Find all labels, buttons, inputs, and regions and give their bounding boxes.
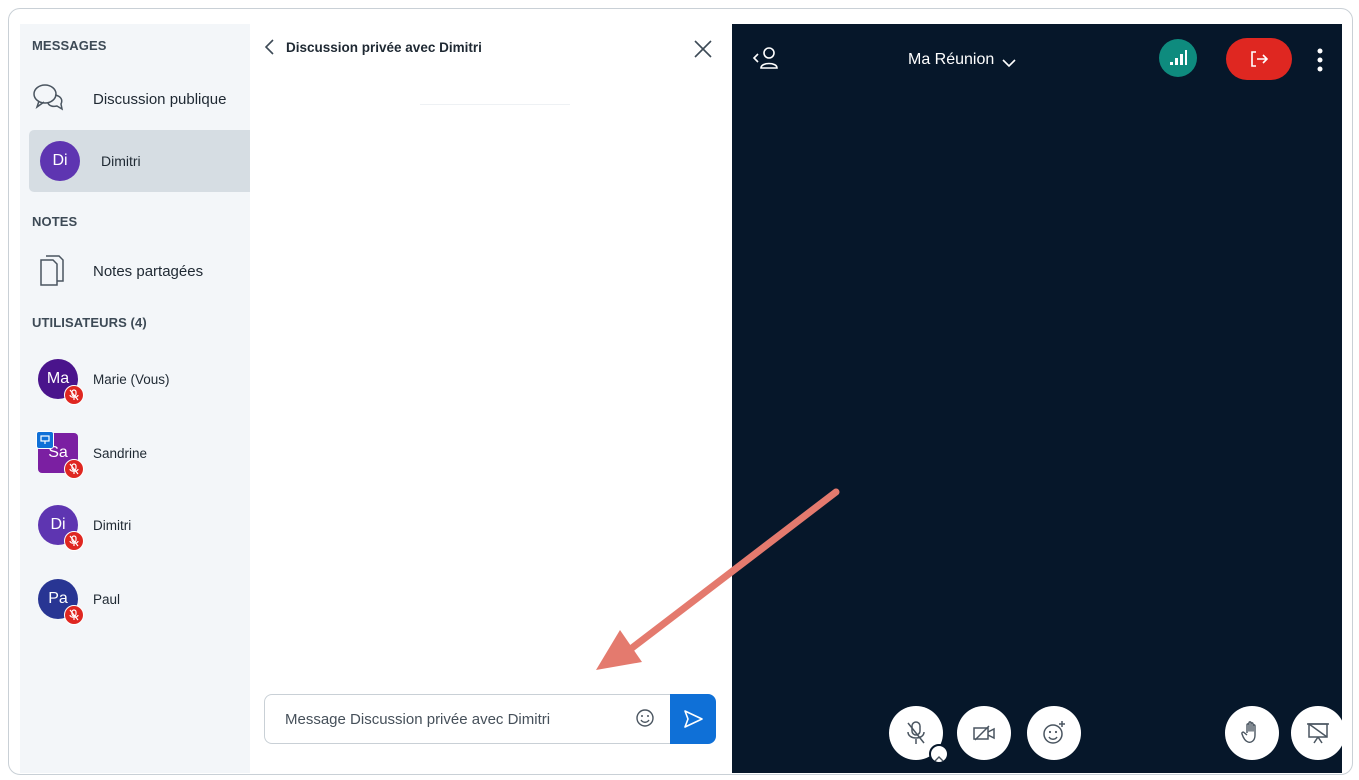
chevron-left-icon[interactable] xyxy=(264,38,276,56)
avatar-initials: Di xyxy=(50,516,66,533)
hand-icon xyxy=(1240,720,1264,746)
leave-meeting-button[interactable] xyxy=(1226,38,1292,80)
muted-mic-icon xyxy=(903,719,929,747)
emoji-icon[interactable] xyxy=(634,707,658,731)
muted-mic-icon xyxy=(64,459,84,479)
user-list-item[interactable]: Ma Marie (Vous) xyxy=(38,356,170,405)
toggle-users-list-icon[interactable] xyxy=(750,44,782,74)
chevron-up-icon xyxy=(934,750,944,762)
send-button[interactable] xyxy=(670,694,716,744)
avatar-initials: Pa xyxy=(48,590,68,607)
user-name: Paul xyxy=(93,591,121,607)
avatar-initials: Di xyxy=(52,152,68,169)
message-input-placeholder: Message Discussion privée avec Dimitri xyxy=(285,710,551,728)
chat-header[interactable]: Discussion privée avec Dimitri xyxy=(264,38,482,56)
meeting-area: Ma Réunion xyxy=(732,24,1345,773)
close-icon[interactable] xyxy=(690,36,716,62)
audio-options-button[interactable] xyxy=(929,744,949,764)
user-list-item[interactable]: Pa Paul xyxy=(38,576,121,625)
chat-panel: Discussion privée avec Dimitri Message D… xyxy=(250,24,732,773)
add-emoji-icon xyxy=(1040,719,1068,747)
user-list-item[interactable]: Sa Sandrine xyxy=(36,430,148,479)
messages-section-title: MESSAGES xyxy=(32,38,107,53)
muted-mic-icon xyxy=(64,531,84,551)
send-icon xyxy=(682,709,704,729)
user-name: Dimitri xyxy=(93,517,132,533)
chat-title: Discussion privée avec Dimitri xyxy=(286,39,482,55)
connection-status-button[interactable] xyxy=(1159,39,1197,77)
mute-microphone-button[interactable] xyxy=(889,706,949,764)
share-webcam-button[interactable] xyxy=(957,706,1011,760)
notes-document-icon xyxy=(37,252,71,290)
message-input[interactable]: Message Discussion privée avec Dimitri xyxy=(264,694,670,744)
avatar: Pa xyxy=(38,579,84,625)
private-chat-label: Dimitri xyxy=(101,153,141,169)
camera-off-icon xyxy=(971,721,997,745)
sidebar: MESSAGES Discussion publique Di Dimitri … xyxy=(20,24,250,773)
user-name: Sandrine xyxy=(93,445,148,461)
public-chat-label: Discussion publique xyxy=(93,90,227,108)
avatar: Ma xyxy=(38,359,84,405)
user-list-item[interactable]: Di Dimitri xyxy=(38,502,132,551)
meeting-title: Ma Réunion xyxy=(908,51,995,68)
avatar: Di xyxy=(38,505,84,551)
muted-mic-icon xyxy=(64,605,84,625)
avatar: Di xyxy=(40,141,80,181)
presenter-icon xyxy=(36,431,54,449)
shared-notes-label: Notes partagées xyxy=(93,262,204,280)
avatar-initials: Ma xyxy=(46,370,70,387)
speech-bubbles-icon xyxy=(31,81,71,117)
users-section-title: UTILISATEURS (4) xyxy=(32,315,147,330)
signal-bars-icon xyxy=(1168,49,1188,67)
notes-section-title: NOTES xyxy=(32,214,78,229)
reactions-button[interactable] xyxy=(1027,706,1081,760)
public-chat-item[interactable]: Discussion publique xyxy=(29,68,250,130)
more-options-icon[interactable] xyxy=(1315,46,1325,74)
shared-notes-item[interactable]: Notes partagées xyxy=(29,240,250,302)
avatar: Sa xyxy=(36,431,84,479)
muted-mic-icon xyxy=(64,385,84,405)
leave-icon xyxy=(1249,50,1269,68)
chevron-down-icon xyxy=(1002,55,1016,68)
user-name: Marie (Vous) xyxy=(93,371,170,387)
raise-hand-button[interactable] xyxy=(1225,706,1279,760)
presentation-button[interactable] xyxy=(1291,706,1345,760)
divider xyxy=(420,104,570,105)
presentation-icon xyxy=(1305,720,1331,746)
meeting-title-dropdown[interactable]: Ma Réunion xyxy=(908,51,1016,69)
private-chat-item-dimitri[interactable]: Di Dimitri xyxy=(29,130,250,192)
